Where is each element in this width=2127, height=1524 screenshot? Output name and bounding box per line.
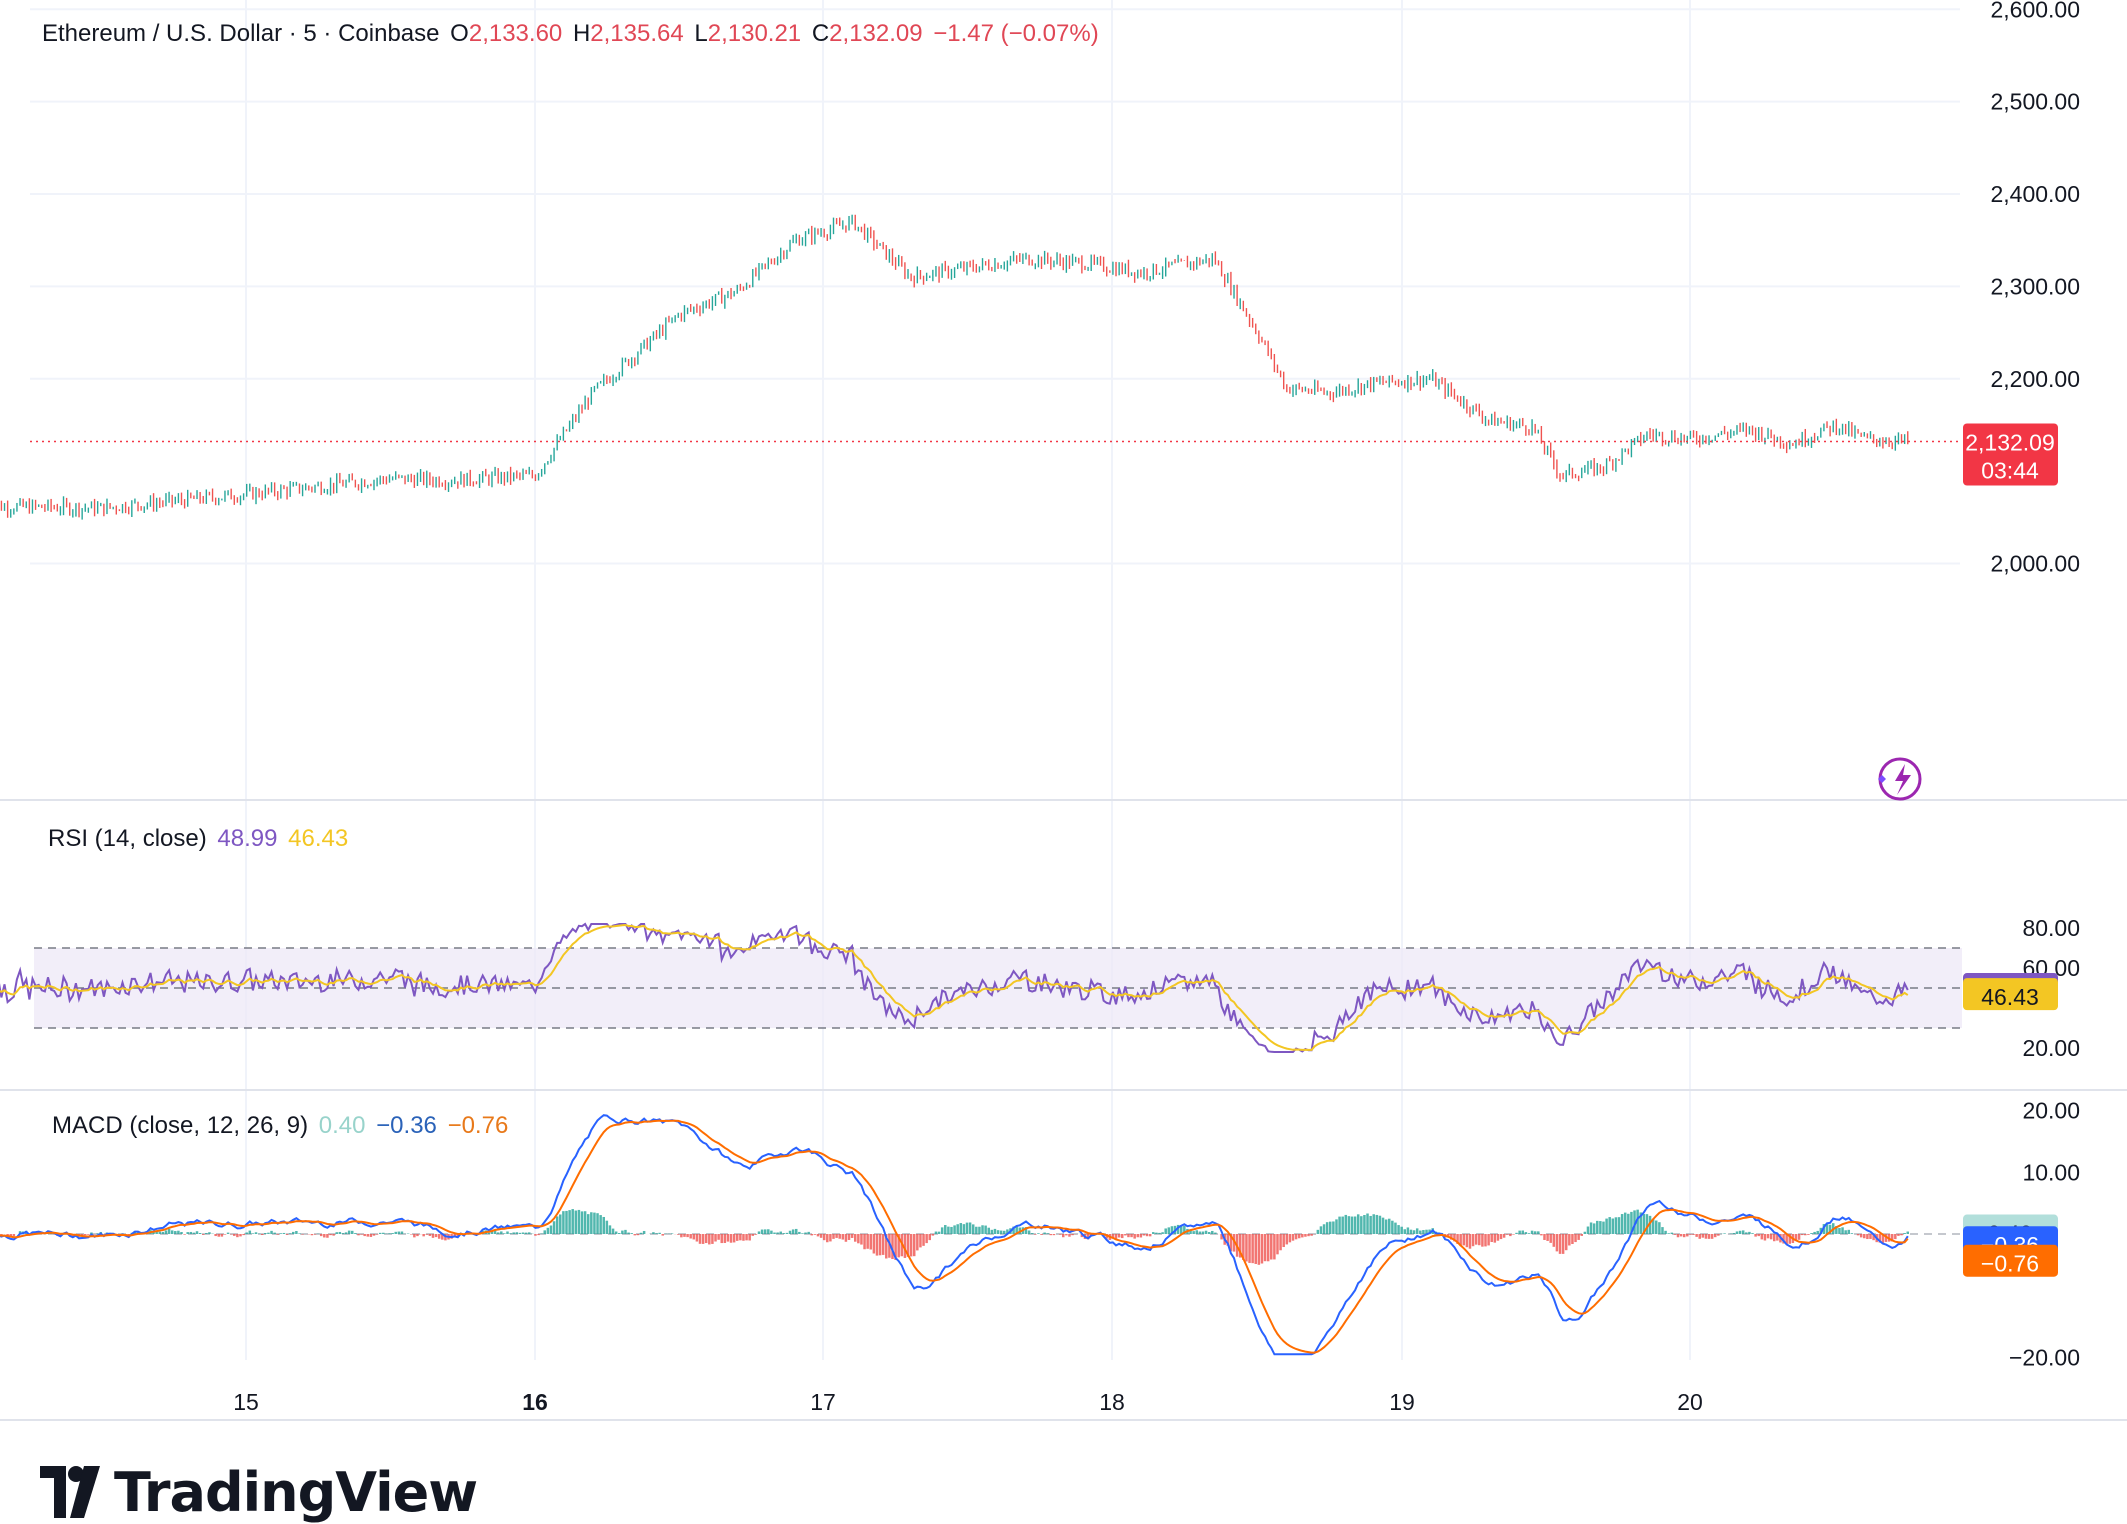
price-candles [0,214,1909,520]
price-tick-label: 2,500.00 [1990,89,2080,115]
rsi-value: 48.99 [217,825,278,852]
time-tick-label-19: 19 [1389,1389,1415,1415]
macd-tick-label: 20.00 [2022,1098,2080,1124]
rsi-ma-value: 46.43 [288,825,349,852]
high-label: H [572,20,591,47]
macd-tick-label: −20.00 [2009,1344,2080,1370]
macd-tick-label: 10.00 [2022,1159,2080,1185]
price-tick-label: 2,400.00 [1990,181,2080,207]
axis-labels: 2,000.00 2,200.00 2,300.00 2,400.00 2,500.00… [233,0,2080,1415]
chart-canvas[interactable]: 2,000.00 2,200.00 2,300.00 2,400.00 2,500.00… [0,0,2127,1523]
macd-title[interactable]: MACD (close, 12, 26, 9) [52,1112,308,1139]
time-tick-label-17: 17 [810,1389,836,1415]
rsi-tick-label: 20.00 [2022,1035,2080,1061]
macd-hist-value: 0.40 [318,1112,366,1139]
low-label: L [694,20,708,47]
tradingview-logo-icon [40,1466,100,1518]
high-value: 2,135.64 [590,20,684,47]
tradingview-logo[interactable]: TradingView [40,1460,478,1524]
price-tick-label: 2,600.00 [1990,0,2080,22]
time-tick-label-20: 20 [1677,1389,1703,1415]
price-tag-text-0: 2,132.09 [1965,430,2055,456]
tradingview-wordmark: TradingView [114,1460,478,1524]
rsi-tick-label: 80.00 [2022,915,2080,941]
time-tick-label-16: 16 [522,1389,548,1415]
close-label: C [811,20,830,47]
macd-signal-line [0,1119,1909,1354]
rsi-ma-tag-text-0: 46.43 [1981,984,2039,1010]
macd-signal-tag-text-0: −0.76 [1981,1251,2039,1277]
rsi-title[interactable]: RSI (14, close) [48,825,207,852]
rsi-legend: RSI (14, close) 48.99 46.43 [48,825,352,853]
symbol-title[interactable]: Ethereum / U.S. Dollar · 5 · Coinbase [42,20,440,47]
macd-legend: MACD (close, 12, 26, 9) 0.40 −0.36 −0.76 [52,1112,512,1140]
chart-stage: 2,000.00 2,200.00 2,300.00 2,400.00 2,500.00… [0,0,2127,1524]
open-value: 2,133.60 [468,20,563,47]
time-tick-label-18: 18 [1099,1389,1125,1415]
low-value: 2,130.21 [707,20,802,47]
change-value: −1.47 (−0.07%) [933,20,1099,47]
price-tick-label: 2,300.00 [1990,273,2080,299]
price-tick-label: 2,200.00 [1990,366,2080,392]
macd-signal-value: −0.76 [447,1112,509,1139]
price-legend: Ethereum / U.S. Dollar · 5 · Coinbase O2… [42,20,1103,48]
price-tag-text-1: 03:44 [1981,458,2039,484]
macd-value: −0.36 [376,1112,437,1139]
sparkle-lightning-icon[interactable] [1878,757,1922,801]
grid-lines [0,0,2127,1421]
time-tick-label-15: 15 [233,1389,259,1415]
price-tick-label: 2,000.00 [1990,551,2080,577]
close-value: 2,132.09 [829,20,923,47]
open-label: O [450,20,469,47]
